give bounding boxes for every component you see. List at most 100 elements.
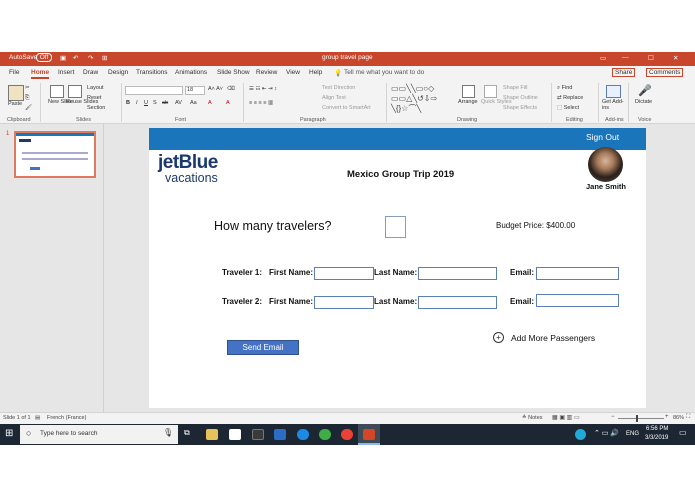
shape-outline-button[interactable]: Shape Outline [503, 95, 538, 101]
clear-format-icon[interactable]: ⌫ [227, 86, 235, 92]
autosave-toggle[interactable]: Off [36, 53, 52, 62]
sign-out-link[interactable]: Sign Out [586, 132, 619, 142]
maximize-icon[interactable]: ☐ [648, 54, 654, 62]
fit-slide-icon[interactable]: ⛶ [686, 414, 690, 421]
share-button[interactable]: Share [612, 68, 636, 77]
tab-home[interactable]: Home [31, 69, 50, 79]
change-case-icon[interactable]: Aa [190, 100, 197, 106]
replace-button[interactable]: ⇄ Replace [557, 95, 583, 101]
add-passenger-icon[interactable]: + [493, 332, 504, 343]
tab-help[interactable]: Help [309, 69, 322, 76]
tell-me-search[interactable]: Tell me what you want to do [344, 69, 424, 76]
align-text-button[interactable]: Align Text [322, 95, 346, 101]
tab-slide-show[interactable]: Slide Show [217, 69, 250, 76]
ribbon-display-icon[interactable]: ▭ [600, 54, 606, 62]
tab-transitions[interactable]: Transitions [136, 69, 168, 76]
traveler-1-first-name-input[interactable] [314, 267, 374, 280]
spellcheck-icon[interactable]: ▤ [35, 415, 40, 421]
get-addins-button[interactable]: Get Add-ins [602, 99, 626, 111]
font-size-select[interactable]: 18 [185, 86, 205, 95]
select-button[interactable]: ⬚ Select [557, 105, 579, 111]
zoom-slider-thumb[interactable] [636, 415, 638, 422]
travelers-count-input[interactable] [385, 216, 406, 238]
shape-effects-button[interactable]: Shape Effects [503, 105, 537, 111]
add-more-passengers-link[interactable]: Add More Passengers [511, 333, 595, 343]
arrange-button[interactable]: Arrange [458, 99, 478, 105]
font-color-icon[interactable]: A [226, 100, 230, 106]
file-explorer-icon[interactable] [206, 429, 218, 440]
tab-review[interactable]: Review [256, 69, 277, 76]
strikethrough-icon[interactable]: ab [162, 100, 168, 106]
traveler-1-email-input[interactable] [536, 267, 619, 280]
arrange-icon[interactable] [462, 85, 475, 98]
highlight-icon[interactable]: A [208, 100, 212, 106]
minimize-icon[interactable]: — [622, 54, 629, 61]
people-icon[interactable] [575, 429, 586, 440]
microphone-icon[interactable]: 🎤 [638, 84, 652, 97]
new-slide-icon[interactable] [50, 85, 64, 98]
bold-icon[interactable]: B [126, 100, 130, 106]
word-icon[interactable] [274, 429, 286, 440]
spotify-icon[interactable] [319, 429, 331, 440]
input-language[interactable]: ENG [626, 431, 639, 437]
shapes-gallery[interactable]: ▭▭╲╲▭○◇ ▭▭△╲↺⇩⇨ ╲{}☆⌒╲ [391, 84, 453, 114]
comments-button[interactable]: Comments [646, 68, 684, 77]
zoom-out-icon[interactable]: − [611, 414, 615, 420]
char-spacing-icon[interactable]: AV [175, 100, 182, 106]
notes-button[interactable]: ≙ Notes [522, 415, 543, 421]
present-icon[interactable]: ⊞ [102, 54, 107, 62]
windows-start-icon[interactable]: ⊞ [5, 428, 13, 439]
bullets-icon[interactable]: ☰ ☷ ⇤ ⇥ ↕ [249, 86, 277, 92]
layout-button[interactable]: Layout [87, 85, 104, 91]
format-painter-icon[interactable]: 🖌 [25, 105, 32, 111]
tab-file[interactable]: File [9, 69, 19, 76]
italic-icon[interactable]: I [136, 100, 138, 106]
taskbar-search-input[interactable]: Type here to search [40, 430, 97, 437]
section-button[interactable]: Section [87, 105, 105, 111]
find-button[interactable]: ⌕ Find [557, 85, 572, 92]
avatar[interactable] [588, 147, 623, 182]
tab-design[interactable]: Design [108, 69, 128, 76]
task-view-icon[interactable]: ⧉ [184, 428, 190, 438]
language-status[interactable]: French (France) [47, 415, 86, 421]
close-icon[interactable]: ✕ [673, 54, 678, 62]
shape-fill-button[interactable]: Shape Fill [503, 85, 527, 91]
zoom-in-icon[interactable]: + [665, 414, 669, 420]
font-family-select[interactable] [125, 86, 183, 95]
reset-button[interactable]: Reset [87, 95, 101, 101]
clock-date[interactable]: 3/3/2019 [645, 435, 668, 441]
redo-icon[interactable]: ↷ [88, 54, 93, 62]
amazon-icon[interactable] [229, 429, 241, 440]
tab-view[interactable]: View [286, 69, 300, 76]
cut-icon[interactable]: ✂ [25, 85, 30, 91]
shadow-icon[interactable]: S [153, 100, 157, 106]
undo-icon[interactable]: ↶ [73, 54, 78, 62]
chrome-icon[interactable] [341, 429, 353, 440]
convert-smartart-button[interactable]: Convert to SmartArt [322, 105, 371, 111]
slide-thumbnail[interactable] [14, 131, 96, 178]
traveler-2-last-name-input[interactable] [418, 296, 497, 309]
align-icons[interactable]: ≡ ≡ ≡ ≡ ▥ [249, 100, 273, 106]
tab-insert[interactable]: Insert [58, 69, 74, 76]
store-icon[interactable] [252, 429, 264, 440]
send-email-button[interactable]: Send Email [227, 340, 299, 355]
save-icon[interactable]: ▣ [60, 54, 66, 62]
underline-icon[interactable]: U [144, 100, 148, 106]
traveler-2-email-input[interactable] [536, 294, 619, 307]
clock-time[interactable]: 6:56 PM [646, 426, 668, 432]
notification-icon[interactable]: ▭ [679, 428, 687, 437]
view-icons[interactable]: ▦ ▣ ▥ ▭ [552, 414, 580, 421]
paste-icon[interactable] [8, 85, 24, 101]
zoom-level[interactable]: 86% [673, 415, 684, 421]
tab-animations[interactable]: Animations [175, 69, 207, 76]
quick-styles-icon[interactable] [484, 85, 497, 98]
traveler-2-first-name-input[interactable] [314, 296, 374, 309]
zoom-slider[interactable] [618, 418, 664, 419]
grow-font-icon[interactable]: A˄ A˅ [208, 86, 223, 92]
tray-icons[interactable]: ⌃ ▭ 🔊 [594, 429, 619, 437]
traveler-1-last-name-input[interactable] [418, 267, 497, 280]
dictate-button[interactable]: Dictate [635, 99, 652, 105]
tab-draw[interactable]: Draw [83, 69, 98, 76]
edge-icon[interactable] [297, 429, 309, 440]
paste-label[interactable]: Paste [8, 101, 22, 107]
